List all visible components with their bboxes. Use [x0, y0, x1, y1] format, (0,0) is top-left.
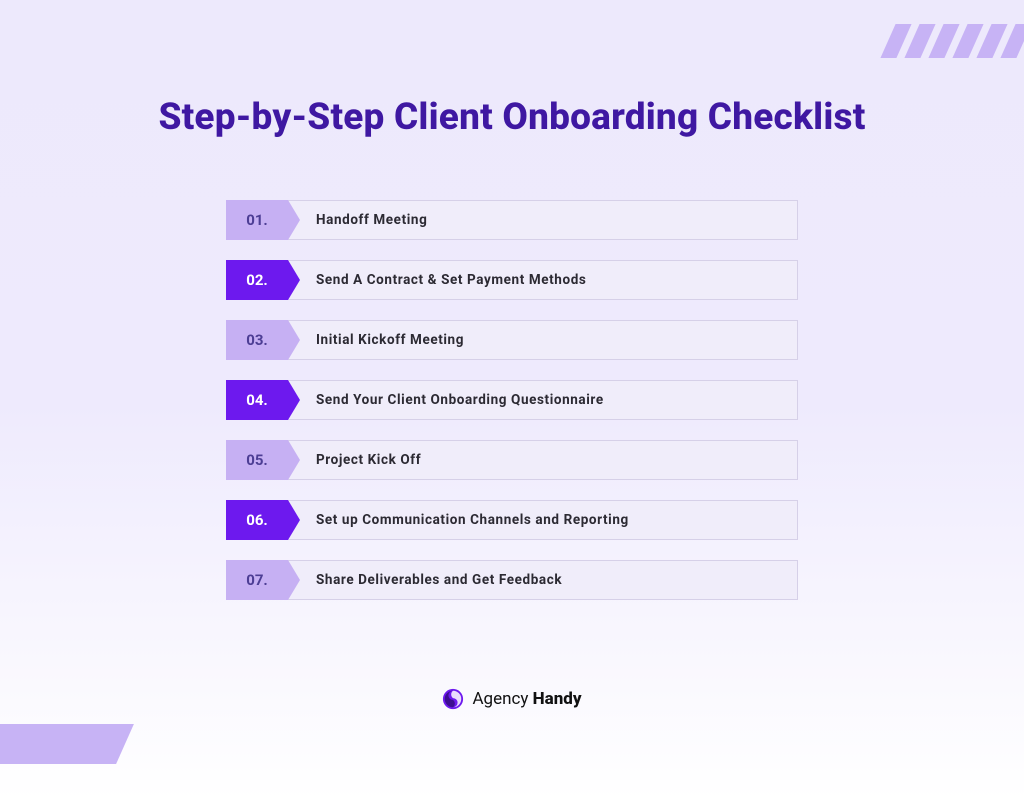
- step-row-06: 06. Set up Communication Channels and Re…: [226, 500, 798, 540]
- brand-logo-lockup: Agency Handy: [0, 688, 1024, 710]
- decoration-stripes-top-right: [888, 24, 1024, 58]
- brand-logo-icon: [442, 688, 464, 710]
- step-label: Send Your Client Onboarding Questionnair…: [316, 392, 604, 408]
- step-label: Handoff Meeting: [316, 212, 427, 228]
- brand-name-second: Handy: [533, 689, 582, 709]
- step-badge: 03.: [226, 320, 288, 360]
- step-row-01: 01. Handoff Meeting: [226, 200, 798, 240]
- step-badge: 06.: [226, 500, 288, 540]
- step-badge: 01.: [226, 200, 288, 240]
- brand-name-first: Agency: [472, 689, 532, 709]
- step-row-05: 05. Project Kick Off: [226, 440, 798, 480]
- page-title: Step-by-Step Client Onboarding Checklist: [0, 96, 1024, 139]
- checklist: 01. Handoff Meeting 02. Send A Contract …: [226, 200, 798, 600]
- brand-name: Agency Handy: [472, 689, 581, 709]
- step-badge: 04.: [226, 380, 288, 420]
- step-badge: 05.: [226, 440, 288, 480]
- step-row-04: 04. Send Your Client Onboarding Question…: [226, 380, 798, 420]
- step-label: Send A Contract & Set Payment Methods: [316, 272, 586, 288]
- decoration-shape-bottom-left: [0, 724, 134, 764]
- step-label: Project Kick Off: [316, 452, 421, 468]
- step-badge: 07.: [226, 560, 288, 600]
- step-label: Initial Kickoff Meeting: [316, 332, 464, 348]
- step-row-02: 02. Send A Contract & Set Payment Method…: [226, 260, 798, 300]
- step-label: Set up Communication Channels and Report…: [316, 512, 629, 528]
- step-row-07: 07. Share Deliverables and Get Feedback: [226, 560, 798, 600]
- step-badge: 02.: [226, 260, 288, 300]
- step-row-03: 03. Initial Kickoff Meeting: [226, 320, 798, 360]
- step-label: Share Deliverables and Get Feedback: [316, 572, 562, 588]
